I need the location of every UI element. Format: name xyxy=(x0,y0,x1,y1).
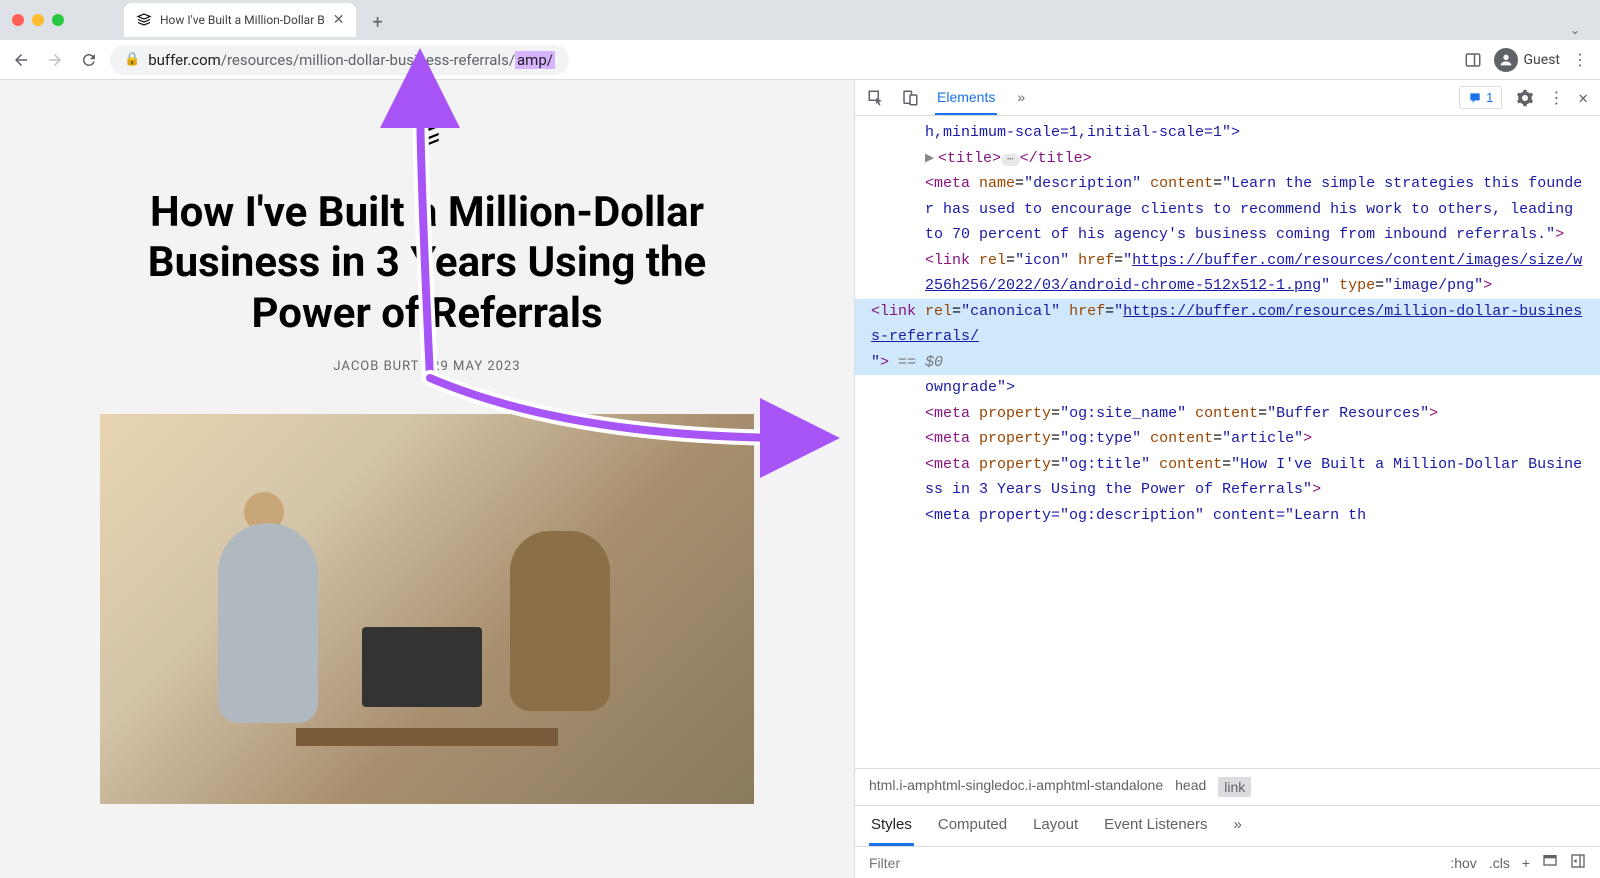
elements-breadcrumb[interactable]: html.i-amphtml-singledoc.i-amphtml-stand… xyxy=(855,768,1600,805)
toggle-panel-icon[interactable] xyxy=(1570,853,1586,872)
url-domain: buffer.com xyxy=(148,51,221,69)
article-hero-image xyxy=(100,414,754,804)
tab-favicon-icon xyxy=(136,12,152,28)
forward-button[interactable] xyxy=(46,51,64,69)
menu-icon[interactable]: ⋮ xyxy=(1572,50,1588,69)
url-path: /resources/million-dollar-business-refer… xyxy=(221,51,515,69)
titlebar: How I've Built a Million-Dollar B ✕ + ⌄ xyxy=(0,0,1600,40)
code-line-selected[interactable]: <link rel="canonical" href="https://buff… xyxy=(855,299,1600,376)
issues-count: 1 xyxy=(1486,90,1493,105)
content-area: How I've Built a Million-Dollar Business… xyxy=(0,80,1600,878)
panel-icon[interactable] xyxy=(1464,51,1482,69)
nav-icons xyxy=(12,51,98,69)
traffic-lights xyxy=(12,14,64,26)
maximize-window-button[interactable] xyxy=(52,14,64,26)
new-tab-button[interactable]: + xyxy=(364,8,390,37)
article-title: How I've Built a Million-Dollar Business… xyxy=(100,188,754,339)
article-date: 29 MAY 2023 xyxy=(432,359,520,374)
url-bar[interactable]: 🔒 buffer.com/resources/million-dollar-bu… xyxy=(110,45,569,75)
tab-close-icon[interactable]: ✕ xyxy=(333,12,345,28)
article-pane: How I've Built a Million-Dollar Business… xyxy=(0,80,854,878)
styles-tabs: Styles Computed Layout Event Listeners » xyxy=(855,805,1600,846)
breadcrumb-item[interactable]: head xyxy=(1175,777,1206,797)
device-toolbar-icon[interactable] xyxy=(901,89,919,107)
url-amp-segment: amp/ xyxy=(515,51,555,69)
tab-elements[interactable]: Elements xyxy=(935,81,997,115)
reload-button[interactable] xyxy=(80,51,98,69)
devtools-header: Elements » 1 ⋮ ✕ xyxy=(855,80,1600,116)
hov-button[interactable]: :hov xyxy=(1450,855,1476,871)
issues-badge[interactable]: 1 xyxy=(1459,86,1502,109)
elements-panel[interactable]: h,minimum-scale=1,initial-scale=1"> ▶<ti… xyxy=(855,116,1600,768)
tab-bar: How I've Built a Million-Dollar B ✕ + ⌄ xyxy=(124,3,1588,37)
minimize-window-button[interactable] xyxy=(32,14,44,26)
article-author: JACOB BURT xyxy=(333,359,419,374)
cls-button[interactable]: .cls xyxy=(1489,855,1510,871)
inspect-element-icon[interactable] xyxy=(867,89,885,107)
toolbar: 🔒 buffer.com/resources/million-dollar-bu… xyxy=(0,40,1600,80)
devtools-header-right: 1 ⋮ ✕ xyxy=(1459,86,1588,109)
browser-tab[interactable]: How I've Built a Million-Dollar B ✕ xyxy=(124,3,356,37)
code-line[interactable]: <meta property="og:type" content="articl… xyxy=(855,426,1600,452)
breadcrumb-item[interactable]: html.i-amphtml-singledoc.i-amphtml-stand… xyxy=(869,777,1163,797)
lock-icon: 🔒 xyxy=(124,52,140,67)
close-window-button[interactable] xyxy=(12,14,24,26)
tab-title: How I've Built a Million-Dollar B xyxy=(160,13,325,27)
tab-computed[interactable]: Computed xyxy=(936,806,1009,846)
code-line[interactable]: h,minimum-scale=1,initial-scale=1"> xyxy=(855,120,1600,146)
code-line[interactable]: ▶<title>⋯</title> xyxy=(855,146,1600,172)
code-line[interactable]: <link rel="icon" href="https://buffer.co… xyxy=(855,248,1600,299)
guest-badge[interactable]: Guest xyxy=(1494,48,1560,72)
computed-sidebar-icon[interactable] xyxy=(1542,853,1558,872)
tab-event-listeners[interactable]: Event Listeners xyxy=(1102,806,1209,846)
add-rule-icon[interactable]: + xyxy=(1522,855,1530,871)
tabs-chevron-down-icon[interactable]: ⌄ xyxy=(1570,23,1580,37)
devtools-panel: Elements » 1 ⋮ ✕ h,minimum-scale=1,initi… xyxy=(854,80,1600,878)
tab-more-icon[interactable]: » xyxy=(1015,81,1027,115)
buffer-logo[interactable] xyxy=(100,120,754,148)
avatar-icon xyxy=(1494,48,1518,72)
styles-filter-bar: :hov .cls + xyxy=(855,846,1600,878)
more-icon[interactable]: ⋮ xyxy=(1548,88,1564,108)
tab-more-icon[interactable]: » xyxy=(1232,806,1244,846)
code-line[interactable]: <meta property="og:title" content="How I… xyxy=(855,452,1600,503)
filter-input[interactable] xyxy=(869,855,1436,871)
toolbar-right: Guest ⋮ xyxy=(1464,48,1588,72)
back-button[interactable] xyxy=(12,51,30,69)
devtools-tabs: Elements » xyxy=(935,81,1027,115)
breadcrumb-item-selected[interactable]: link xyxy=(1218,777,1251,797)
code-line[interactable]: owngrade"> xyxy=(855,375,1600,401)
code-line[interactable]: <meta property="og:site_name" content="B… xyxy=(855,401,1600,427)
tab-styles[interactable]: Styles xyxy=(869,806,914,846)
code-line[interactable]: <meta name="description" content="Learn … xyxy=(855,171,1600,248)
code-line[interactable]: <meta property="og:description" content=… xyxy=(855,503,1600,529)
chrome-window: How I've Built a Million-Dollar B ✕ + ⌄ … xyxy=(0,0,1600,878)
article-meta: JACOB BURT - 29 MAY 2023 xyxy=(100,359,754,374)
close-devtools-icon[interactable]: ✕ xyxy=(1578,88,1588,108)
tab-layout[interactable]: Layout xyxy=(1031,806,1080,846)
guest-label: Guest xyxy=(1524,52,1560,68)
settings-icon[interactable] xyxy=(1516,89,1534,107)
